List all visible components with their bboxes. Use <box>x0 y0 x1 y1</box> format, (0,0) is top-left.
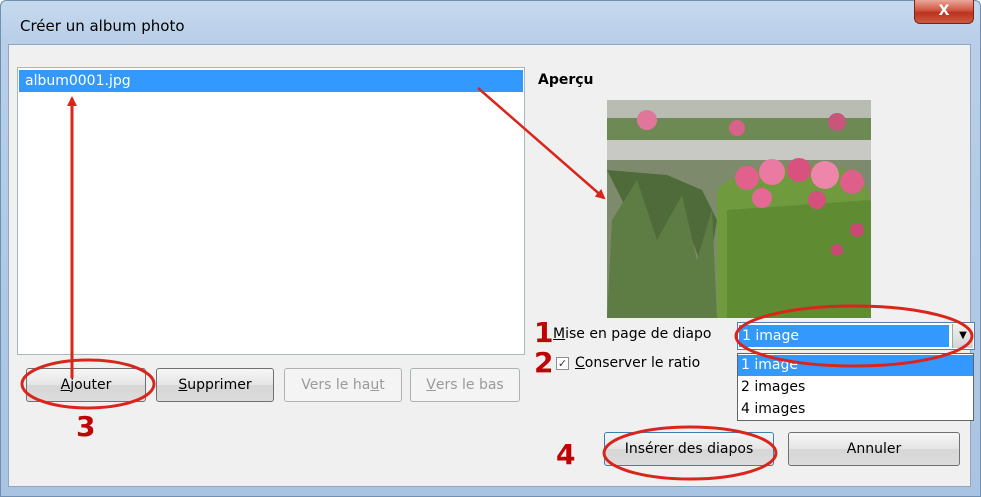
remove-button-mnemonic: S <box>178 377 188 393</box>
remove-button[interactable]: Supprimer <box>156 368 274 402</box>
layout-select-value: 1 image <box>739 325 949 347</box>
keep-ratio-text: onserver le ratio <box>584 355 701 371</box>
add-button-label: jouter <box>70 377 112 393</box>
layout-label-mnemonic: M <box>553 326 566 342</box>
close-button[interactable]: X <box>914 0 974 24</box>
dropdown-option[interactable]: 4 images <box>738 399 973 420</box>
keep-ratio-label[interactable]: Conserver le ratio <box>575 355 700 371</box>
dropdown-option[interactable]: 2 images <box>738 377 973 398</box>
move-down-button[interactable]: Vers le bas <box>410 368 520 402</box>
remove-button-label: upprimer <box>187 377 252 393</box>
preview-heading: Aperçu <box>538 72 594 88</box>
keep-ratio-mnemonic: C <box>575 355 585 371</box>
keep-ratio-checkbox[interactable]: ✓ <box>556 357 569 370</box>
chevron-down-icon[interactable]: ▼ <box>952 324 973 348</box>
move-up-label-post: t <box>379 377 385 393</box>
move-down-label: ers le bas <box>435 377 504 393</box>
annotation-number-2: 2 <box>534 346 554 379</box>
annotation-number-1: 1 <box>534 316 554 349</box>
add-button[interactable]: Ajouter <box>26 368 146 402</box>
move-down-mnemonic: V <box>426 377 436 393</box>
window-title: Créer un album photo <box>20 17 185 35</box>
add-button-mnemonic: A <box>60 377 71 393</box>
annotation-number-3: 3 <box>76 410 96 443</box>
insert-slides-button[interactable]: Insérer des diapos <box>604 432 774 466</box>
insert-slides-label: Insérer des diapos <box>624 441 754 457</box>
cancel-button[interactable]: Annuler <box>788 432 960 466</box>
move-up-mnemonic: u <box>370 377 380 393</box>
move-up-label-pre: Vers le ha <box>301 377 371 393</box>
preview-image <box>607 100 871 318</box>
layout-select[interactable]: 1 image ▼ <box>737 322 975 350</box>
layout-label: Mise en page de diapo <box>553 326 711 342</box>
list-item[interactable]: album0001.jpg <box>19 70 523 92</box>
move-up-button[interactable]: Vers le ha u t <box>284 368 402 402</box>
layout-dropdown[interactable]: 1 image 2 images 4 images <box>737 353 974 421</box>
cancel-label: Annuler <box>846 441 902 457</box>
image-list[interactable]: album0001.jpg <box>17 67 525 355</box>
layout-label-text: ise en page de diapo <box>565 326 712 342</box>
annotation-number-4: 4 <box>556 438 576 471</box>
preview-photo <box>607 100 871 318</box>
title-bar: Créer un album photo X <box>0 0 981 44</box>
dropdown-option[interactable]: 1 image <box>738 355 973 376</box>
